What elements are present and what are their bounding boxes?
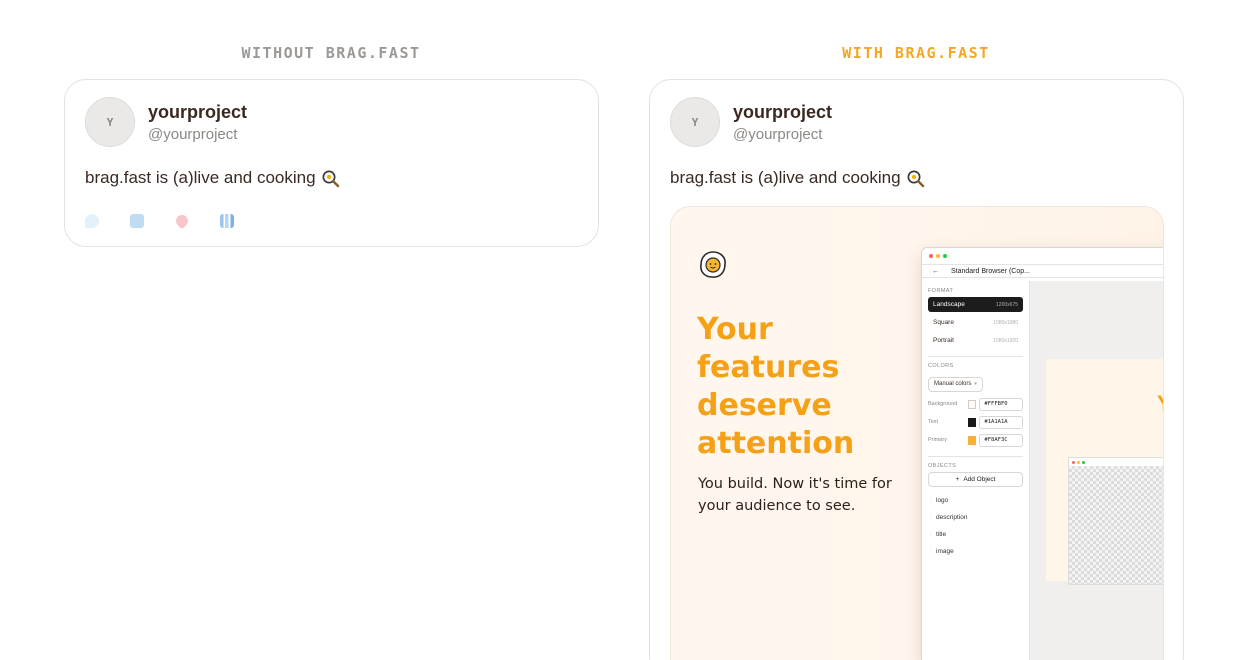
divider <box>928 455 1023 457</box>
like-button[interactable] <box>173 212 220 230</box>
color-row-text: Text #1A1A1A <box>928 415 1023 430</box>
format-name: Landscape <box>933 301 965 308</box>
format-dim: 1080x1080 <box>993 319 1018 326</box>
color-row-background: Background #FFFBF0 <box>928 397 1023 412</box>
heart-icon <box>173 212 191 230</box>
editor-mockup: ← Standard Browser (Cop... FORMAT Landsc… <box>921 247 1163 660</box>
object-name: title <box>936 530 947 538</box>
maximize-dot <box>943 254 947 258</box>
stats-icon <box>220 214 234 228</box>
without-label: WITHOUT BRAG.FAST <box>241 44 421 62</box>
chevron-down-icon: ▾ <box>974 381 977 387</box>
tweet-actions <box>85 212 265 230</box>
close-dot <box>1072 460 1075 464</box>
color-mode-select: Manual colors ▾ <box>928 376 983 392</box>
tweet-text-content: brag.fast is (a)live and cooking <box>670 168 901 187</box>
canvas-image-placeholder <box>1068 457 1163 585</box>
color-label: Primary <box>928 437 947 443</box>
editor-header: ← Standard Browser (Cop... <box>922 264 1163 278</box>
object-name: image <box>936 547 954 555</box>
format-landscape: Landscape 1200x675 <box>928 297 1023 312</box>
plus-icon: + <box>955 475 960 483</box>
preview-image[interactable]: Your features deserve attention You buil… <box>670 206 1164 660</box>
divider <box>928 356 1023 357</box>
object-name: description <box>936 513 968 521</box>
avatar[interactable]: Y <box>85 97 135 147</box>
avatar[interactable]: Y <box>670 97 720 147</box>
color-hex: #FFFBF0 <box>979 397 1023 411</box>
hero-title: Your features deserve attention <box>697 312 855 461</box>
display-name[interactable]: yourproject <box>733 102 832 123</box>
retweet-icon <box>130 214 144 228</box>
back-arrow-icon: ← <box>932 267 939 275</box>
frying-pan-icon <box>907 170 924 188</box>
drag-handle-icon: ⋮ <box>928 531 933 537</box>
format-portrait: Portrait 1080x1920 <box>928 333 1023 348</box>
tweet-text: brag.fast is (a)live and cooking <box>85 168 340 188</box>
add-object-button: + Add Object <box>928 471 1023 487</box>
minimize-dot <box>936 254 940 258</box>
user-handle[interactable]: @yourproject <box>733 126 822 143</box>
color-label: Background <box>928 401 958 407</box>
object-name: logo <box>936 496 949 504</box>
with-label: WITH BRAG.FAST <box>842 44 990 62</box>
object-item: ⋮ image <box>928 543 1023 560</box>
window-controls <box>1069 458 1163 466</box>
format-dim: 1080x1920 <box>993 337 1018 344</box>
color-swatch <box>967 417 977 427</box>
format-dim: 1200x675 <box>996 301 1018 308</box>
maximize-dot <box>1082 460 1085 464</box>
format-name: Square <box>933 319 954 326</box>
format-section-label: FORMAT <box>928 288 954 294</box>
color-swatch <box>967 435 977 445</box>
object-item: ⋮ description <box>928 509 1023 526</box>
display-name[interactable]: yourproject <box>148 102 247 123</box>
editor-canvas: Y <box>1030 281 1163 660</box>
colors-section-label: COLORS <box>928 363 954 369</box>
retweet-button[interactable] <box>130 212 175 230</box>
drag-handle-icon: ⋮ <box>928 548 933 554</box>
drag-handle-icon: ⋮ <box>928 497 933 503</box>
format-square: Square 1080x1080 <box>928 315 1023 330</box>
color-row-primary: Primary #F8AF3C <box>928 433 1023 448</box>
color-mode-value: Manual colors <box>934 381 972 387</box>
fried-egg-icon <box>700 251 726 278</box>
reply-button[interactable] <box>85 212 130 230</box>
transparent-checkerboard <box>1069 466 1163 584</box>
format-name: Portrait <box>933 337 954 344</box>
editor-sidebar: FORMAT Landscape 1200x675 Square 1080x10… <box>922 281 1030 660</box>
window-controls <box>922 248 1163 264</box>
object-item: ⋮ title <box>928 526 1023 543</box>
objects-section-label: OBJECTS <box>928 462 957 469</box>
tweet-text: brag.fast is (a)live and cooking <box>670 168 925 188</box>
editor-tab-title: Standard Browser (Cop... <box>951 267 1030 275</box>
tweet-card-with: Y yourproject @yourproject brag.fast is … <box>649 79 1184 660</box>
drag-handle-icon: ⋮ <box>928 514 933 520</box>
comment-icon <box>85 214 99 228</box>
tweet-text-content: brag.fast is (a)live and cooking <box>85 168 316 187</box>
stats-button[interactable] <box>220 212 265 230</box>
color-swatch <box>967 399 977 409</box>
canvas-title-glyph: Y <box>1157 391 1163 417</box>
close-dot <box>929 254 933 258</box>
hero-subtitle: You build. Now it's time for your audien… <box>698 476 892 514</box>
minimize-dot <box>1077 460 1080 464</box>
object-item: ⋮ logo <box>928 492 1023 509</box>
user-handle[interactable]: @yourproject <box>148 126 237 143</box>
frying-pan-icon <box>322 170 339 188</box>
tweet-card-without: Y yourproject @yourproject brag.fast is … <box>64 79 599 247</box>
color-hex: #1A1A1A <box>979 415 1023 429</box>
color-label: Text <box>928 419 939 425</box>
add-object-label: Add Object <box>963 475 996 483</box>
color-hex: #F8AF3C <box>979 433 1023 447</box>
